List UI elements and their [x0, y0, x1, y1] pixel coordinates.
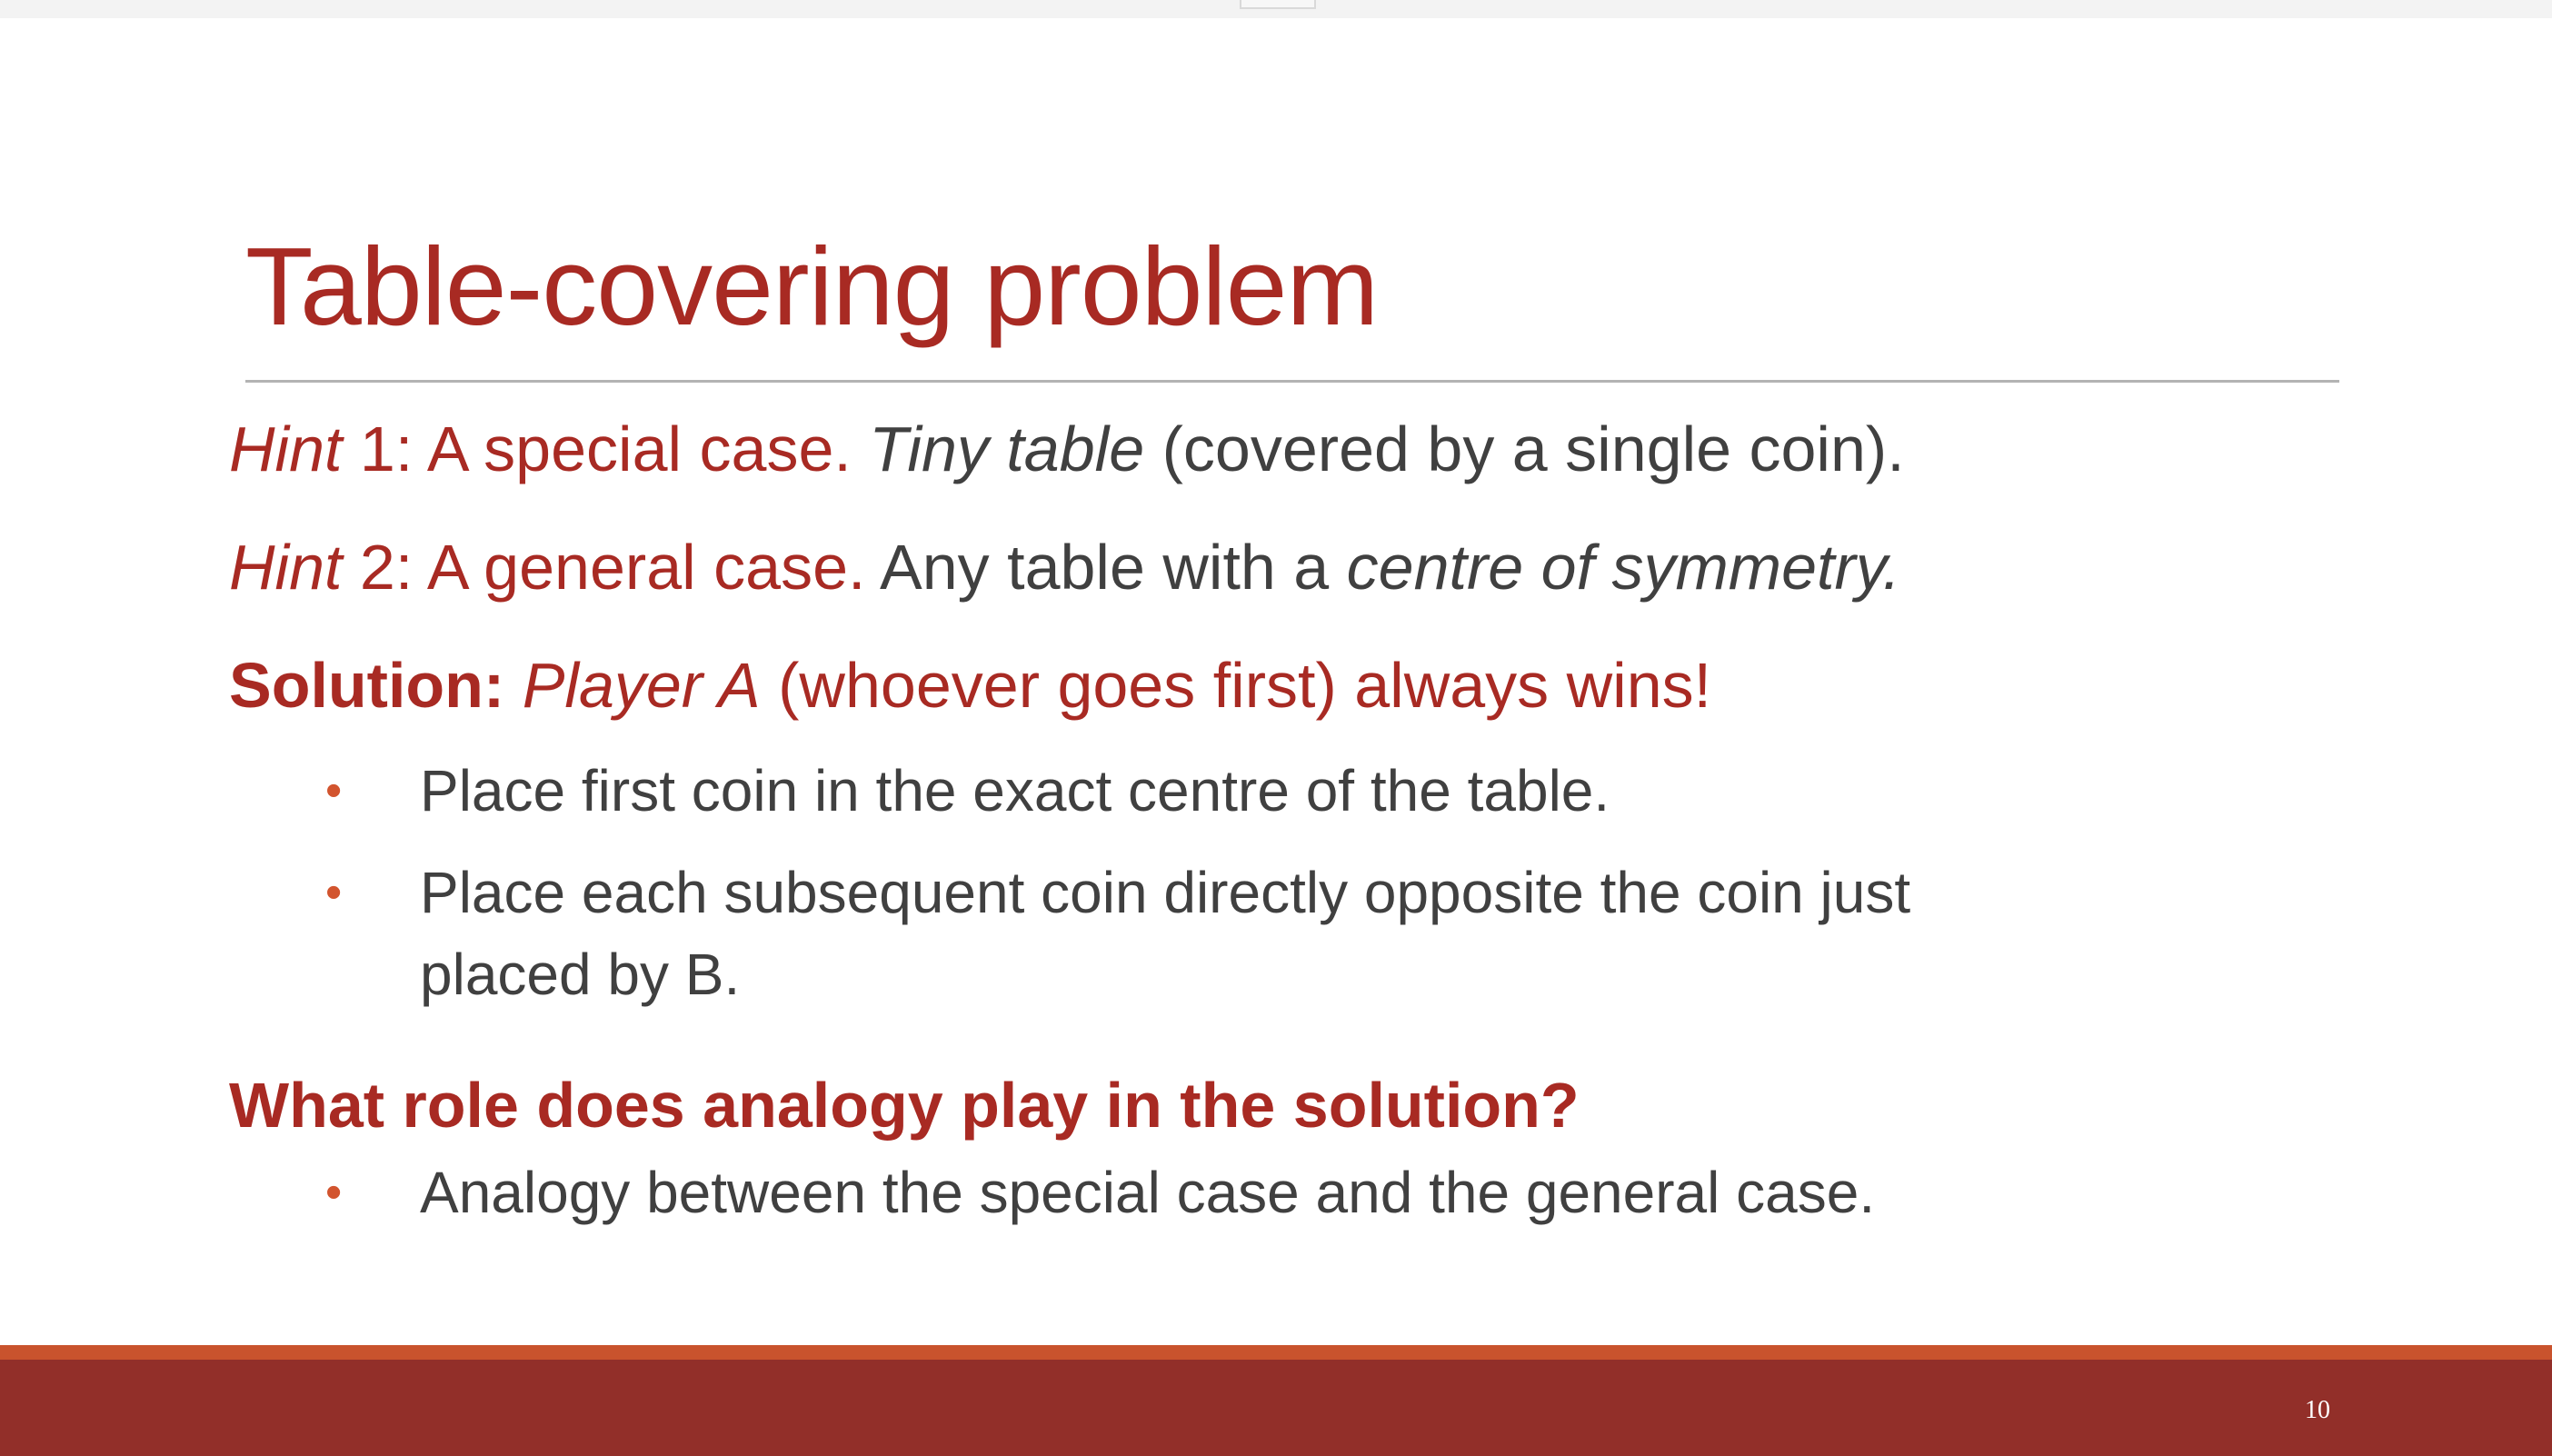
hint-2-heading: 2: A general case. — [342, 532, 881, 603]
slide-number: 10 — [2305, 1396, 2330, 1424]
solution-bullet-2-line-1: Place each subsequent coin directly oppo… — [420, 860, 1911, 925]
question-heading: What role does analogy play in the solut… — [229, 1070, 1580, 1141]
solution-bullet-2-line-2: placed by B. — [420, 941, 741, 1007]
hint-1-text: (covered by a single coin). — [1144, 414, 1905, 484]
hint-2-text: Any table with a — [880, 532, 1347, 603]
solution-text: (whoever goes first) always wins! — [760, 650, 1712, 721]
bullet-marker: • — [325, 1166, 343, 1219]
footer-band — [0, 1360, 2552, 1456]
hint-2: Hint 2: A general case. Any table with a… — [229, 529, 1900, 605]
solution-bullet-2: • Place each subsequent coin directly op… — [325, 853, 1911, 1015]
question-bullet-1: • Analogy between the special case and t… — [325, 1152, 1876, 1234]
title-divider — [245, 380, 2339, 383]
solution: Solution: Player A (whoever goes first) … — [229, 647, 1711, 723]
bullet-marker: • — [325, 764, 343, 817]
toolbar-handle[interactable] — [1240, 0, 1316, 9]
solution-bullet-1-line-1: Place first coin in the exact centre of … — [420, 758, 1610, 823]
slide: Table-covering problem Hint 1: A special… — [0, 0, 2552, 1456]
solution-label: Solution: — [229, 650, 523, 721]
hint-2-emphasis: centre of symmetry. — [1346, 532, 1901, 603]
hint-1-heading: 1: A special case. — [342, 414, 870, 484]
solution-emphasis: Player A — [522, 650, 761, 721]
hint-1-label: Hint — [229, 414, 343, 484]
solution-bullet-1: • Place first coin in the exact centre o… — [325, 751, 1610, 833]
hint-1-emphasis: Tiny table — [869, 414, 1145, 484]
question-bullet-1-line-1: Analogy between the special case and the… — [420, 1160, 1876, 1225]
slide-title: Table-covering problem — [245, 224, 1379, 348]
bullet-marker: • — [325, 866, 343, 919]
hint-1: Hint 1: A special case. Tiny table (cove… — [229, 411, 1905, 487]
footer-accent-band — [0, 1345, 2552, 1360]
hint-2-label: Hint — [229, 532, 343, 603]
